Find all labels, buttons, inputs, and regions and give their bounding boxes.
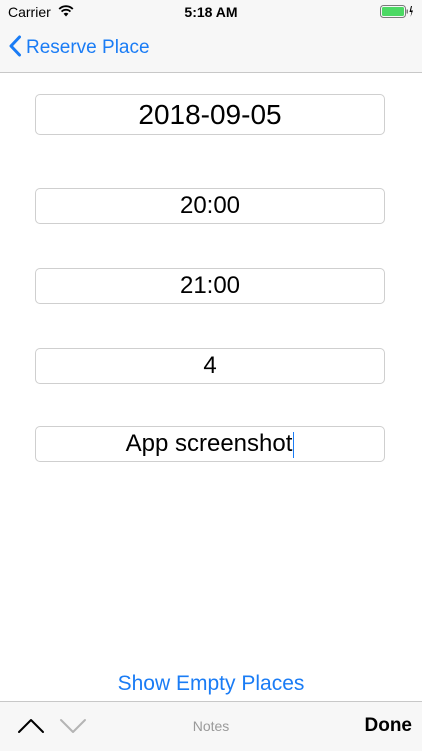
- navigation-bar: Reserve Place: [0, 24, 422, 73]
- keyboard-toolbar: Notes Done: [0, 701, 422, 751]
- people-count-field[interactable]: 4: [35, 348, 385, 384]
- back-button[interactable]: Reserve Place: [8, 32, 150, 64]
- people-count-value: 4: [203, 352, 217, 379]
- start-time-value: 20:00: [179, 192, 241, 219]
- date-value: 2018-09-05: [138, 99, 282, 130]
- status-bar: Carrier 5:18 AM: [0, 0, 422, 24]
- text-caret: [293, 431, 295, 458]
- date-field[interactable]: 2018-09-05: [35, 94, 385, 135]
- battery-icon: [380, 5, 414, 23]
- notes-field[interactable]: App screenshot: [35, 426, 385, 462]
- chevron-left-icon: [8, 35, 22, 62]
- done-button[interactable]: Done: [365, 715, 413, 737]
- start-time-field[interactable]: 20:00: [35, 188, 385, 224]
- back-button-label: Reserve Place: [26, 37, 150, 58]
- show-empty-places-button[interactable]: Show Empty Places: [0, 672, 422, 696]
- notes-value: App screenshot: [125, 430, 293, 457]
- end-time-value: 21:00: [179, 272, 241, 299]
- status-time: 5:18 AM: [184, 4, 238, 20]
- toolbar-title: Notes: [192, 718, 230, 734]
- end-time-field[interactable]: 21:00: [35, 268, 385, 304]
